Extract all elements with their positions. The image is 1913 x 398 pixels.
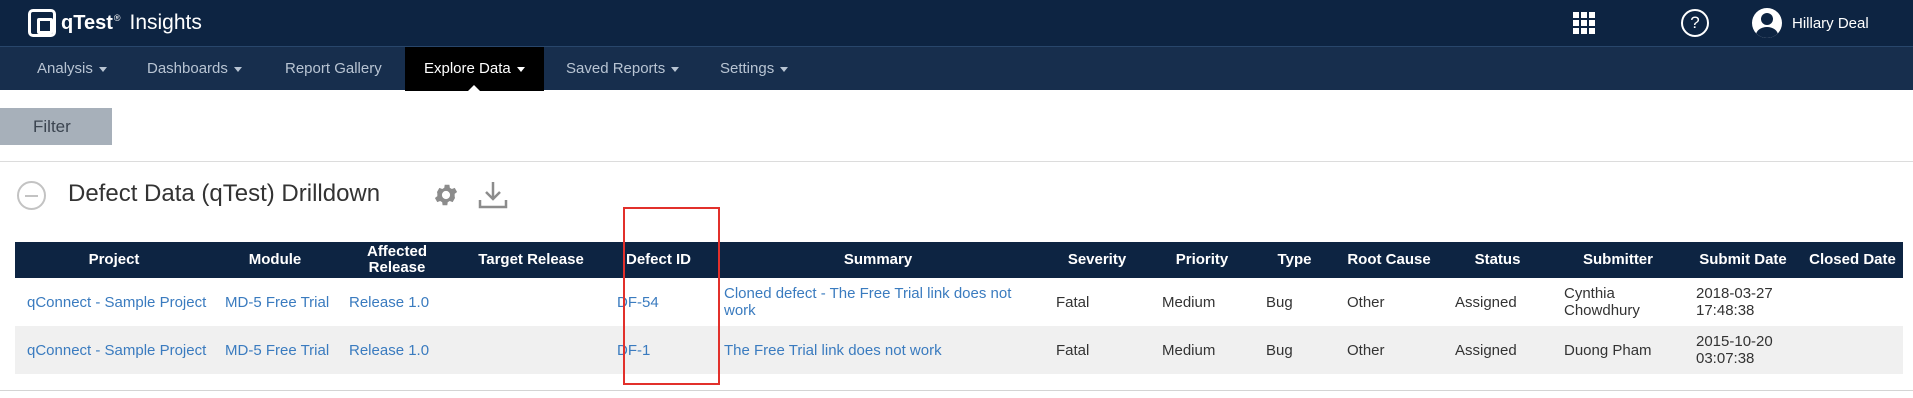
nav-dashboards[interactable]: Dashboards xyxy=(147,47,242,91)
root-cause-cell: Other xyxy=(1335,326,1443,374)
priority-cell: Medium xyxy=(1150,326,1254,374)
severity-cell: Fatal xyxy=(1044,326,1150,374)
nav-label: Dashboards xyxy=(147,60,228,77)
target-release-cell xyxy=(457,326,605,374)
column-header[interactable]: Project xyxy=(15,242,213,278)
submitter-cell: Duong Pham xyxy=(1552,326,1684,374)
nav-label: Report Gallery xyxy=(285,60,382,77)
submitter-cell: Cynthia Chowdhury xyxy=(1564,285,1640,319)
column-header[interactable]: Defect ID xyxy=(605,242,712,278)
divider xyxy=(0,390,1913,391)
gear-icon[interactable] xyxy=(432,181,460,209)
collapse-icon[interactable] xyxy=(17,181,46,210)
column-header[interactable]: Severity xyxy=(1044,242,1150,278)
section-title: Defect Data (qTest) Drilldown xyxy=(68,180,381,207)
column-header[interactable]: Closed Date xyxy=(1802,242,1903,278)
filter-button[interactable]: Filter xyxy=(0,108,112,145)
closed-date-cell xyxy=(1802,278,1903,326)
column-header[interactable]: Affected Release xyxy=(337,242,457,278)
submit-date-cell: 2015-10-20 03:07:38 xyxy=(1684,326,1802,374)
nav-label: Saved Reports xyxy=(566,60,666,77)
column-header[interactable]: Summary xyxy=(712,242,1044,278)
priority-cell: Medium xyxy=(1162,293,1216,311)
type-cell: Bug xyxy=(1266,293,1293,311)
table-row: qConnect - Sample Project MD-5 Free Tria… xyxy=(15,326,1903,374)
table-row: qConnect - Sample Project MD-5 Free Tria… xyxy=(15,278,1903,326)
download-icon[interactable] xyxy=(477,180,509,210)
user-name[interactable]: Hillary Deal xyxy=(1792,15,1869,32)
caret-down-icon xyxy=(233,66,242,72)
column-header[interactable]: Submit Date xyxy=(1684,242,1802,278)
type-cell: Bug xyxy=(1254,326,1335,374)
root-cause-cell: Other xyxy=(1347,293,1385,311)
affected-release-link[interactable]: Release 1.0 xyxy=(337,326,457,374)
status-cell: Assigned xyxy=(1455,293,1517,311)
nav-settings[interactable]: Settings xyxy=(720,47,789,91)
column-header[interactable]: Root Cause xyxy=(1335,242,1443,278)
column-header[interactable]: Type xyxy=(1254,242,1335,278)
module-link[interactable]: MD-5 Free Trial xyxy=(213,278,337,326)
status-cell: Assigned xyxy=(1443,326,1552,374)
nav-analysis[interactable]: Analysis xyxy=(37,47,107,91)
qtest-logo-icon xyxy=(28,9,56,37)
column-header[interactable]: Priority xyxy=(1150,242,1254,278)
defect-id-link[interactable]: DF-1 xyxy=(605,326,712,374)
column-header[interactable]: Submitter xyxy=(1552,242,1684,278)
column-header[interactable]: Module xyxy=(213,242,337,278)
project-link[interactable]: qConnect - Sample Project xyxy=(15,326,213,374)
closed-date-cell xyxy=(1802,326,1903,374)
nav-label: Explore Data xyxy=(424,60,511,77)
brand-logo[interactable]: qTest ® Insights xyxy=(28,9,202,37)
defect-table: Project Module Affected Release Target R… xyxy=(15,242,1903,374)
caret-down-icon xyxy=(98,66,107,72)
summary-link[interactable]: Cloned defect - The Free Trial link does… xyxy=(712,278,1044,326)
table-header-row: Project Module Affected Release Target R… xyxy=(15,242,1903,278)
target-release-cell xyxy=(457,278,605,326)
severity-cell: Fatal xyxy=(1056,293,1090,311)
nav-report-gallery[interactable]: Report Gallery xyxy=(285,47,382,91)
caret-down-icon xyxy=(516,66,525,72)
submit-date-cell: 2018-03-27 17:48:38 xyxy=(1696,285,1773,319)
module-link[interactable]: MD-5 Free Trial xyxy=(213,326,337,374)
product-name: Insights xyxy=(129,11,202,34)
column-header[interactable]: Target Release xyxy=(457,242,605,278)
brand-trademark: ® xyxy=(113,13,121,23)
column-header[interactable]: Status xyxy=(1443,242,1552,278)
nav-label: Settings xyxy=(720,60,775,77)
nav-explore-data[interactable]: Explore Data xyxy=(405,47,544,91)
divider xyxy=(0,161,1913,162)
top-header: qTest ® Insights ? Hillary Deal xyxy=(0,0,1913,46)
help-icon[interactable]: ? xyxy=(1681,9,1709,37)
main-nav: Analysis Dashboards Report Gallery Explo… xyxy=(0,46,1913,91)
project-link[interactable]: qConnect - Sample Project xyxy=(15,278,213,326)
caret-down-icon xyxy=(780,66,789,72)
nav-label: Analysis xyxy=(37,60,93,77)
brand-name: qTest xyxy=(61,11,113,34)
apps-grid-icon[interactable] xyxy=(1573,12,1595,34)
defect-id-link[interactable]: DF-54 xyxy=(605,278,712,326)
user-avatar-icon[interactable] xyxy=(1752,8,1782,38)
nav-saved-reports[interactable]: Saved Reports xyxy=(566,47,680,91)
affected-release-link[interactable]: Release 1.0 xyxy=(337,278,457,326)
caret-down-icon xyxy=(671,66,680,72)
summary-link[interactable]: The Free Trial link does not work xyxy=(712,326,1044,374)
